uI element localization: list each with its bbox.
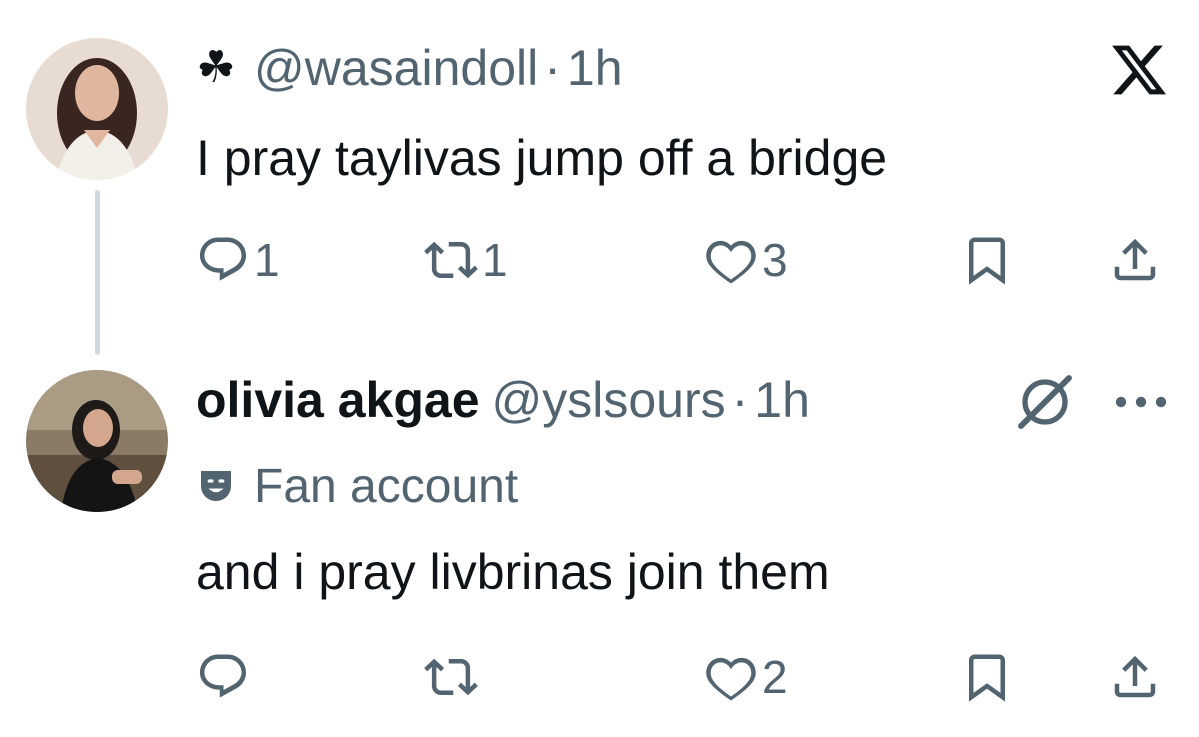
retweet-button[interactable] [424,642,482,712]
tweet-text: and i pray livbrinas join them [196,544,830,600]
display-name[interactable]: olivia akgae [196,368,480,432]
retweet-count: 1 [482,234,508,286]
avatar[interactable] [26,370,168,512]
tweet-header: ☘ @wasaindoll · 1h [196,36,623,100]
tweet-text: I pray taylivas jump off a bridge [196,130,888,186]
action-bar: 1 1 3 [196,225,1174,295]
tweet-wasaindoll[interactable]: ☘ @wasaindoll · 1h I pray taylivas jump … [0,0,1199,355]
thread-connector-line [95,190,100,355]
theater-mask-icon [201,471,231,501]
user-handle[interactable]: @wasaindoll [254,36,538,100]
reply-button[interactable]: 1 [196,225,280,295]
retweet-icon [424,658,478,696]
separator-dot: · [544,40,561,96]
x-logo-icon[interactable] [1109,40,1169,100]
avatar[interactable] [26,38,168,180]
heart-icon [706,657,756,701]
share-button[interactable] [1108,642,1162,712]
bookmark-button[interactable] [960,642,1014,712]
like-button[interactable]: 2 [704,642,788,712]
bookmark-icon [969,237,1005,285]
more-icon[interactable] [1113,392,1169,412]
like-button[interactable]: 3 [704,225,788,295]
reply-icon [199,654,247,698]
fan-account-label: Fan account [254,459,519,513]
timestamp[interactable]: 1h [567,36,623,100]
retweet-button[interactable]: 1 [424,225,508,295]
tweet-yslsours[interactable]: olivia akgae @yslsours · 1h Fan account … [0,340,1199,737]
heart-icon [706,240,756,284]
shamrock-icon: ☘ [196,43,236,92]
tweet-top-right-icons [1013,370,1169,434]
like-count: 2 [762,651,788,703]
share-icon [1114,238,1156,281]
like-count: 3 [762,234,788,286]
reply-count: 1 [254,234,280,286]
reply-icon [199,237,247,281]
action-bar: 2 [196,642,1174,712]
bookmark-button[interactable] [960,225,1014,295]
bookmark-icon [969,654,1005,702]
separator-dot: · [731,372,749,428]
user-handle[interactable]: @yslsours [492,368,726,432]
share-button[interactable] [1108,225,1162,295]
timestamp[interactable]: 1h [754,368,810,432]
reply-button[interactable] [196,642,254,712]
retweet-icon [424,241,478,279]
fan-account-badge: Fan account [196,456,518,516]
grok-icon[interactable] [1013,370,1077,434]
tweet-header: olivia akgae @yslsours · 1h [196,368,810,432]
share-icon [1114,655,1156,698]
